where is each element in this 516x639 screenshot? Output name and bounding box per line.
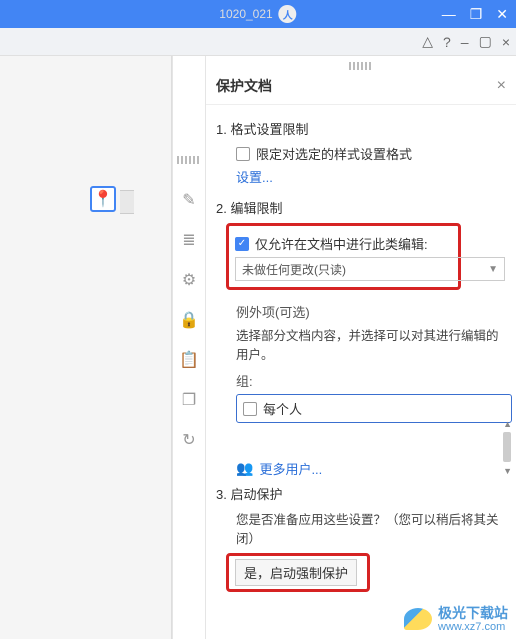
start-protect-highlight: 是，启动强制保护 xyxy=(226,553,370,592)
minimize-button[interactable]: — xyxy=(442,6,456,22)
watermark-text: 极光下载站 www.xz7.com xyxy=(438,606,508,633)
side-icon-strip: ✎ ≣ ⚙ 🔒 📋 ❐ ↻ xyxy=(172,56,206,639)
section1-label: 1. 格式设置限制 xyxy=(216,119,506,138)
watermark-line1: 极光下载站 xyxy=(438,606,508,621)
format-restrict-checkbox-row: 限定对选定的样式设置格式 xyxy=(236,144,506,163)
window-title: 1020_021 xyxy=(219,7,272,21)
edit-restrict-checkbox[interactable]: ✓ xyxy=(235,237,249,251)
titlebar: 1020_021 人 — ❐ ✕ xyxy=(0,0,516,28)
lock-icon[interactable]: 🔒 xyxy=(179,310,199,330)
edit-restrict-dropdown-value: 未做任何更改(只读) xyxy=(242,261,346,278)
copy-icon[interactable]: ❐ xyxy=(182,390,196,410)
format-restrict-checkbox[interactable] xyxy=(236,147,250,161)
refresh-icon[interactable]: ↻ xyxy=(182,430,195,450)
clipboard-icon[interactable]: 📋 xyxy=(179,350,199,370)
edit-restrict-dropdown[interactable]: 未做任何更改(只读) ▼ xyxy=(235,257,505,281)
edit-restrict-highlight: ✓ 仅允许在文档中进行此类编辑: 未做任何更改(只读) ▼ xyxy=(226,223,461,290)
edit-icon[interactable]: ✎ xyxy=(182,190,195,210)
section3-label: 3. 启动保护 xyxy=(216,484,506,503)
users-icon: 👥 xyxy=(236,460,253,477)
user-avatar-icon[interactable]: 人 xyxy=(279,5,297,23)
help-icon[interactable]: ? xyxy=(443,34,451,50)
panel-header: 保护文档 × xyxy=(206,72,516,105)
group-everyone-label: 每个人 xyxy=(263,399,302,418)
cloud-sync-icon[interactable]: △ xyxy=(422,33,433,50)
window-controls: — ❐ ✕ xyxy=(442,6,508,23)
close-window-button[interactable]: ✕ xyxy=(496,6,508,23)
panel-title: 保护文档 xyxy=(216,76,272,96)
protect-document-panel: 保护文档 × 1. 格式设置限制 限定对选定的样式设置格式 设置... 2. 编… xyxy=(206,56,516,639)
exceptions-label: 例外项(可选) xyxy=(236,302,506,321)
window-title-area: 1020_021 人 xyxy=(219,5,296,23)
secondary-toolbar: △ ? – ▢ × xyxy=(0,28,516,56)
maximize-button[interactable]: ❐ xyxy=(470,6,483,23)
location-pin-icon[interactable]: 📍 xyxy=(90,186,116,212)
group-box[interactable]: 每个人 xyxy=(236,394,512,423)
section3-prompt: 您是否准备应用这些设置？（您可以稍后将其关闭） xyxy=(236,509,506,547)
scroll-thumb[interactable] xyxy=(503,432,511,462)
more-users-label: 更多用户... xyxy=(259,459,322,478)
edit-restrict-checkbox-row: ✓ 仅允许在文档中进行此类编辑: xyxy=(235,234,452,253)
group-label: 组: xyxy=(236,371,506,390)
more-users-link[interactable]: 👥 更多用户... xyxy=(236,459,506,478)
chevron-down-icon: ▼ xyxy=(488,264,498,275)
start-protection-button[interactable]: 是，启动强制保护 xyxy=(235,559,357,586)
watermark: 极光下载站 www.xz7.com xyxy=(404,606,508,633)
edit-restrict-label: 仅允许在文档中进行此类编辑: xyxy=(255,234,428,253)
page-edge-marker xyxy=(120,190,134,214)
panel-minimize-icon[interactable]: – xyxy=(461,34,469,50)
exceptions-desc: 选择部分文档内容，并选择可以对其进行编辑的用户。 xyxy=(236,325,506,363)
group-everyone-checkbox[interactable] xyxy=(243,402,257,416)
section2-label: 2. 编辑限制 xyxy=(216,198,506,217)
panel-close-icon[interactable]: × xyxy=(502,34,510,50)
grip-icon xyxy=(177,156,201,164)
watermark-line2: www.xz7.com xyxy=(438,621,508,633)
list-icon[interactable]: ≣ xyxy=(182,230,195,250)
document-canvas: 📍 xyxy=(0,56,172,639)
panel-restore-icon[interactable]: ▢ xyxy=(479,33,492,50)
format-settings-link[interactable]: 设置... xyxy=(236,167,506,186)
close-panel-button[interactable]: × xyxy=(497,77,506,95)
main-area: 📍 ✎ ≣ ⚙ 🔒 📋 ❐ ↻ 保护文档 × 1. 格式设置限制 限定对选定的样… xyxy=(0,56,516,639)
panel-body: 1. 格式设置限制 限定对选定的样式设置格式 设置... 2. 编辑限制 ✓ 仅… xyxy=(206,105,516,602)
format-restrict-label: 限定对选定的样式设置格式 xyxy=(256,144,412,163)
scroll-down-icon[interactable]: ▼ xyxy=(503,466,512,476)
settings-sliders-icon[interactable]: ⚙ xyxy=(182,270,196,290)
panel-grip-icon[interactable] xyxy=(349,62,373,70)
scroll-up-icon[interactable]: ▲ xyxy=(503,419,512,429)
watermark-logo-icon xyxy=(404,608,432,630)
